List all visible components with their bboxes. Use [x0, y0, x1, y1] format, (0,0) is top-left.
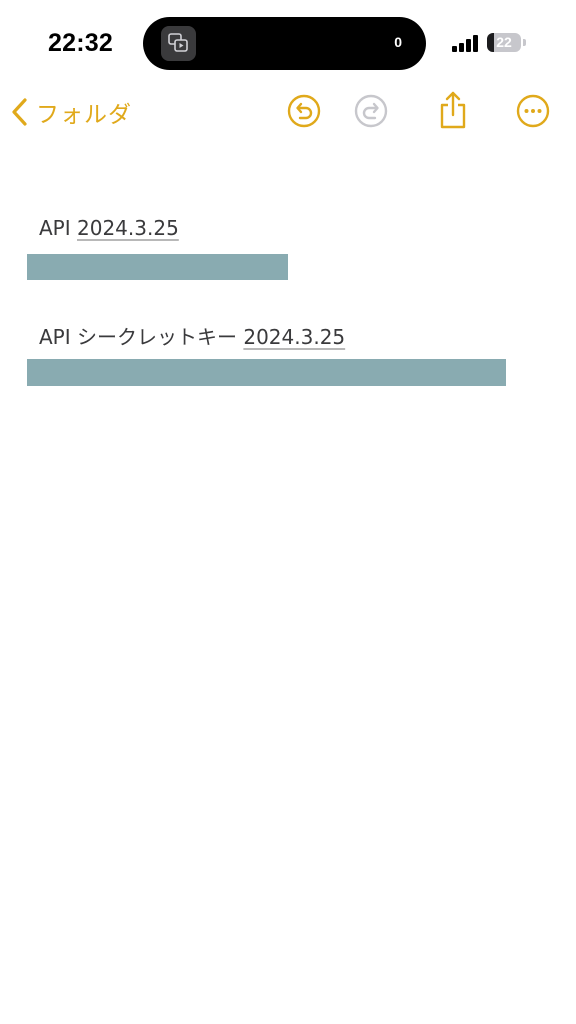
status-bar: 22:32 0 22 [0, 0, 576, 86]
more-icon[interactable] [516, 94, 550, 128]
undo-icon[interactable] [287, 94, 321, 128]
note-line: API 2024.3.25 [39, 216, 179, 240]
island-count: 0 [394, 34, 402, 50]
battery-level: 22 [496, 34, 512, 50]
back-button-label: フォルダ [36, 102, 132, 128]
date-link[interactable]: 2024.3.25 [243, 325, 345, 349]
screen-mirroring-icon[interactable] [161, 26, 196, 61]
redo-icon[interactable] [354, 94, 388, 128]
battery-cap [523, 39, 526, 46]
back-button[interactable]: フォルダ [10, 92, 132, 132]
battery-icon: 22 [487, 33, 527, 53]
share-icon[interactable] [437, 90, 469, 130]
redacted-value [27, 254, 288, 280]
note-line-prefix: API [39, 216, 71, 240]
battery-body: 22 [487, 33, 521, 52]
redacted-value [27, 359, 506, 386]
note-line-prefix: API シークレットキー [39, 325, 237, 349]
cellular-signal-icon [452, 35, 478, 52]
dynamic-island[interactable]: 0 [143, 17, 426, 70]
navigation-bar: フォルダ [0, 86, 576, 142]
date-link[interactable]: 2024.3.25 [77, 216, 179, 240]
chevron-left-icon [12, 98, 27, 126]
note-line: API シークレットキー 2024.3.25 [39, 321, 345, 350]
clock: 22:32 [48, 29, 113, 57]
